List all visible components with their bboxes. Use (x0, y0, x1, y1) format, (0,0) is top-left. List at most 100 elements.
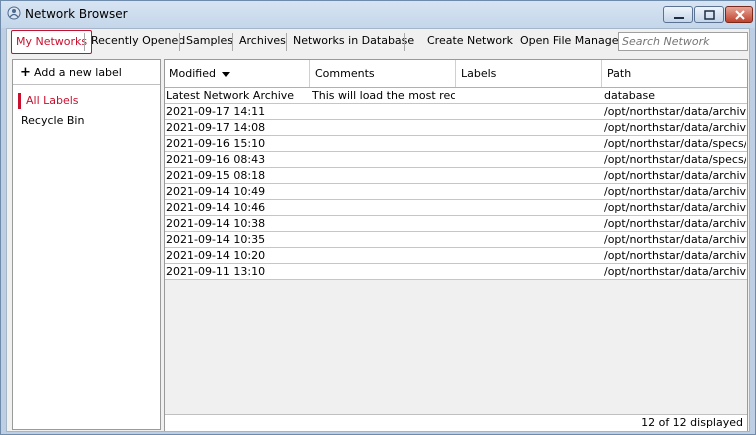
display-count: 12 of 12 displayed (641, 416, 743, 429)
column-header-labels[interactable]: Labels (457, 60, 602, 87)
maximize-button[interactable] (694, 6, 724, 23)
open-file-manager-button[interactable]: Open File Manager (516, 30, 627, 54)
cell-labels (458, 136, 601, 151)
toolbar: My Networks Recently Opened Samples Arch… (7, 29, 749, 55)
column-header-path[interactable]: Path (603, 60, 747, 87)
table-header: Modified Comments Labels Path (165, 60, 747, 88)
cell-path: /opt/northstar/data/archiv... (604, 233, 746, 246)
cell-path: /opt/northstar/data/archiv... (604, 105, 746, 118)
cell-modified: 2021-09-14 10:46 (166, 201, 266, 214)
cell-path: /opt/northstar/data/archiv... (604, 265, 746, 278)
add-label-text: Add a new label (34, 66, 122, 79)
cell-modified: Latest Network Archive (166, 89, 295, 102)
tab-recently-opened[interactable]: Recently Opened (87, 30, 189, 54)
cell-labels (458, 152, 601, 167)
search-input[interactable] (618, 32, 748, 51)
cell-modified: 2021-09-14 10:49 (166, 185, 266, 198)
tab-networks-in-database[interactable]: Networks in Database (289, 30, 418, 54)
cell-labels (458, 104, 601, 119)
cell-path: /opt/northstar/data/specs/... (604, 153, 746, 166)
table-row[interactable]: 2021-09-14 10:46/opt/northstar/data/arch… (165, 200, 747, 216)
network-browser-window: Network Browser My Networks Recently Ope… (0, 0, 756, 435)
cell-path: /opt/northstar/data/specs/... (604, 137, 746, 150)
column-header-label: Modified (169, 67, 216, 80)
cell-comments (312, 168, 455, 183)
cell-modified: 2021-09-14 10:38 (166, 217, 266, 230)
cell-comments (312, 104, 455, 119)
cell-labels (458, 168, 601, 183)
close-button[interactable] (725, 6, 753, 23)
networks-table: Modified Comments Labels Path Latest Net… (164, 59, 748, 431)
cell-labels (458, 88, 601, 103)
cell-labels (458, 216, 601, 231)
window-title: Network Browser (25, 7, 128, 21)
column-header-comments[interactable]: Comments (311, 60, 456, 87)
status-bar: 12 of 12 displayed (165, 414, 747, 431)
cell-comments (312, 248, 455, 263)
table-row[interactable]: 2021-09-14 10:49/opt/northstar/data/arch… (165, 184, 747, 200)
labels-panel: + Add a new label All Labels Recycle Bin (12, 59, 161, 430)
cell-labels (458, 264, 601, 279)
table-row[interactable]: 2021-09-16 15:10/opt/northstar/data/spec… (165, 136, 747, 152)
cell-path: /opt/northstar/data/archiv... (604, 201, 746, 214)
cell-labels (458, 120, 601, 135)
cell-modified: 2021-09-14 10:35 (166, 233, 266, 246)
client-area: My Networks Recently Opened Samples Arch… (6, 28, 750, 432)
table-row[interactable]: 2021-09-15 08:18/opt/northstar/data/arch… (165, 168, 747, 184)
minimize-button[interactable] (663, 6, 693, 23)
table-row[interactable]: 2021-09-14 10:38/opt/northstar/data/arch… (165, 216, 747, 232)
table-row[interactable]: 2021-09-14 10:35/opt/northstar/data/arch… (165, 232, 747, 248)
cell-labels (458, 184, 601, 199)
cell-comments: This will load the most rece... (312, 89, 455, 102)
label-item-recycle-bin[interactable]: Recycle Bin (21, 113, 84, 129)
cell-modified: 2021-09-15 08:18 (166, 169, 266, 182)
add-label-button[interactable]: + Add a new label (13, 60, 160, 85)
cell-comments (312, 264, 455, 279)
cell-modified: 2021-09-17 14:08 (166, 121, 266, 134)
maximize-icon (704, 10, 715, 20)
tab-divider (84, 33, 85, 51)
cell-modified: 2021-09-17 14:11 (166, 105, 266, 118)
table-row[interactable]: 2021-09-11 13:10/opt/northstar/data/arch… (165, 264, 747, 280)
tab-archives[interactable]: Archives (235, 30, 290, 54)
cell-modified: 2021-09-16 08:43 (166, 153, 266, 166)
network-icon (7, 6, 21, 20)
tab-divider (232, 33, 233, 51)
tab-divider (404, 33, 405, 51)
label-item-all-labels[interactable]: All Labels (18, 93, 79, 109)
table-row[interactable]: 2021-09-14 10:20/opt/northstar/data/arch… (165, 248, 747, 264)
sort-down-icon (222, 71, 231, 77)
title-bar[interactable]: Network Browser (1, 1, 755, 28)
cell-labels (458, 248, 601, 263)
table-row[interactable]: Latest Network Archive This will load the… (165, 88, 747, 104)
plus-icon: + (20, 65, 31, 80)
cell-comments (312, 120, 455, 135)
tab-samples[interactable]: Samples (182, 30, 237, 54)
cell-path: /opt/northstar/data/archiv... (604, 217, 746, 230)
cell-comments (312, 184, 455, 199)
minimize-icon (674, 17, 684, 19)
cell-path: /opt/northstar/data/archiv... (604, 249, 746, 262)
table-row[interactable]: 2021-09-17 14:11/opt/northstar/data/arch… (165, 104, 747, 120)
tab-my-networks[interactable]: My Networks (11, 30, 93, 54)
cell-labels (458, 232, 601, 247)
close-icon (735, 10, 745, 20)
cell-modified: 2021-09-16 15:10 (166, 137, 266, 150)
tab-divider (286, 33, 287, 51)
cell-labels (458, 200, 601, 215)
tab-divider (179, 33, 180, 51)
cell-path: database (604, 89, 655, 102)
table-row[interactable]: 2021-09-16 08:43/opt/northstar/data/spec… (165, 152, 747, 168)
cell-comments (312, 152, 455, 167)
table-row[interactable]: 2021-09-17 14:08/opt/northstar/data/arch… (165, 120, 747, 136)
cell-path: /opt/northstar/data/archiv... (604, 185, 746, 198)
cell-modified: 2021-09-14 10:20 (166, 249, 266, 262)
cell-comments (312, 136, 455, 151)
cell-comments (312, 232, 455, 247)
cell-comments (312, 200, 455, 215)
cell-path: /opt/northstar/data/archiv... (604, 169, 746, 182)
create-network-button[interactable]: Create Network (423, 30, 517, 54)
cell-comments (312, 216, 455, 231)
cell-path: /opt/northstar/data/archiv... (604, 121, 746, 134)
column-header-modified[interactable]: Modified (165, 60, 310, 87)
